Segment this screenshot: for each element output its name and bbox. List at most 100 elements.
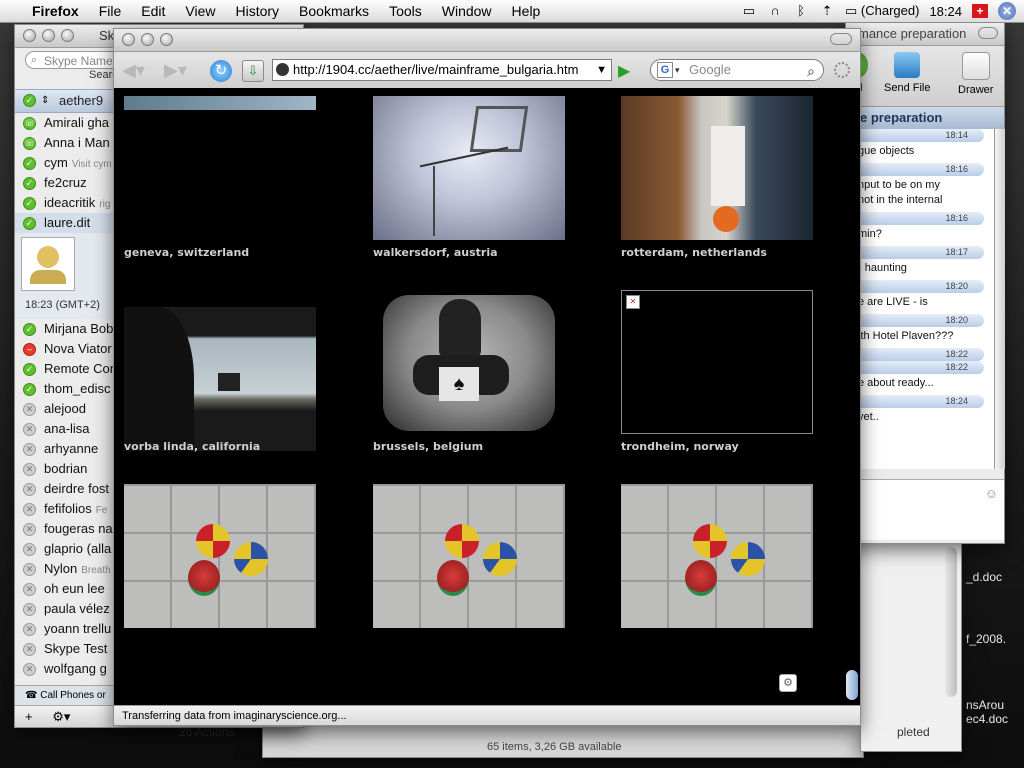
search-icon[interactable]: ⌕	[807, 61, 815, 81]
offline-status-icon: ✕	[23, 523, 36, 537]
menu-edit[interactable]: Edit	[131, 3, 175, 19]
add-contact-button[interactable]: +	[25, 709, 33, 724]
online-status-icon: ✓	[23, 157, 36, 171]
online-status-icon: ✓	[23, 217, 36, 231]
airport-icon[interactable]: ⇡	[819, 4, 835, 18]
menu-tools[interactable]: Tools	[379, 3, 432, 19]
chevron-down-icon[interactable]: ▼	[596, 60, 607, 80]
document-scrollbar[interactable]	[945, 547, 957, 697]
url-text: http://1904.cc/aether/live/mainframe_bul…	[293, 62, 579, 77]
desktop-file[interactable]: _d.doc	[966, 570, 1002, 584]
send-file-icon	[894, 52, 921, 78]
desktop-file[interactable]: ec4.doc	[966, 712, 1008, 726]
message-time: 18:14	[846, 129, 984, 142]
offline-status-icon: ✕	[23, 423, 36, 437]
online-status-icon: ✓	[23, 323, 36, 337]
drawer-icon	[961, 52, 990, 80]
chat-titlebar[interactable]: mance preparation	[846, 23, 1004, 46]
chat-window-title: mance preparation	[858, 26, 967, 41]
desktop-file[interactable]: nsArou	[966, 698, 1004, 712]
phone-status-icon: ☏	[23, 137, 36, 151]
message-time: 18:20	[846, 314, 984, 327]
display-icon[interactable]: ▭	[741, 4, 757, 18]
firefox-titlebar[interactable]	[114, 29, 860, 52]
go-button[interactable]: ▶	[618, 61, 630, 81]
search-input[interactable]: G ▾ Google ⌕	[650, 59, 824, 81]
headphones-icon[interactable]: ∩	[767, 4, 783, 18]
toolbar-toggle-button[interactable]	[830, 33, 852, 45]
menu-file[interactable]: File	[89, 3, 132, 19]
emoticon-icon[interactable]: ☺	[985, 486, 998, 501]
message-text: e are LIVE - is	[858, 296, 928, 308]
reload-button[interactable]: ↻	[210, 60, 232, 82]
contact-timezone: 18:23 (GMT+2)	[25, 299, 100, 311]
message-time: 18:22	[846, 361, 984, 374]
phone-status-icon: ☏	[23, 117, 36, 131]
offline-status-icon: ✕	[23, 623, 36, 637]
settings-icon[interactable]: ⚙	[779, 674, 797, 692]
message-text: - haunting	[858, 262, 907, 274]
conversation-title: e preparation	[846, 107, 1004, 129]
message-text: nput to be on my not in the internal	[858, 179, 943, 206]
url-bar[interactable]: http://1904.cc/aether/live/mainframe_bul…	[272, 59, 612, 81]
menu-bookmarks[interactable]: Bookmarks	[289, 3, 379, 19]
zoom-button[interactable]	[61, 29, 74, 42]
phone-icon: ☎	[25, 690, 41, 701]
loading-throbber-icon	[834, 62, 850, 78]
chevron-down-icon[interactable]: ⇕	[41, 90, 49, 112]
chat-messages: 18:14 gue objects 18:16 nput to be on my…	[846, 129, 994, 469]
webcam-grid: geneva, switzerland walkersdorf, austria…	[114, 88, 844, 705]
navigation-toolbar: ◀▾ ▶▾ ↻ ⇩ http://1904.cc/aether/live/mai…	[114, 52, 860, 89]
finder-status: 65 items, 3,26 GB available	[487, 741, 622, 753]
back-button[interactable]: ◀▾	[122, 60, 145, 81]
firefox-scrollbar[interactable]	[844, 88, 860, 705]
chat-scrollbar[interactable]	[994, 129, 1005, 469]
do-not-disturb-icon: –	[23, 343, 36, 357]
offline-status-icon: ✕	[23, 583, 36, 597]
menu-window[interactable]: Window	[432, 3, 502, 19]
webcam-label: geneva, switzerland	[124, 246, 250, 259]
close-button[interactable]	[23, 29, 36, 42]
minimize-button[interactable]	[42, 29, 55, 42]
online-status-icon: ✓	[23, 94, 36, 107]
menu-history[interactable]: History	[225, 3, 289, 19]
app-menu[interactable]: Firefox	[28, 3, 89, 19]
menu-view[interactable]: View	[175, 3, 225, 19]
close-button[interactable]	[122, 33, 135, 46]
drawer-button[interactable]: Drawer	[958, 52, 993, 96]
webcam-label: vorba linda, california	[124, 440, 261, 453]
skype-chat-window: mance preparation all Send File Drawer e…	[845, 22, 1005, 544]
zoom-button[interactable]	[160, 33, 173, 46]
message-time: 18:22	[846, 348, 984, 361]
message-text: e about ready...	[858, 377, 934, 389]
scroll-thumb[interactable]	[846, 670, 858, 700]
window-controls	[122, 33, 173, 46]
offline-status-icon: ✕	[23, 643, 36, 657]
send-file-button[interactable]: Send File	[884, 52, 930, 94]
document-window: pleted	[860, 540, 962, 752]
chat-message-input[interactable]: ☺	[846, 479, 1004, 540]
search-placeholder: Google	[689, 62, 731, 77]
battery-icon: ▭	[845, 3, 861, 18]
webcam-image	[124, 96, 316, 110]
forward-button[interactable]: ▶▾	[164, 60, 187, 81]
menu-bar: Firefox File Edit View History Bookmarks…	[0, 0, 1024, 23]
chat-toolbar: all Send File Drawer	[846, 46, 1004, 107]
offline-status-icon: ✕	[23, 483, 36, 497]
chevron-down-icon[interactable]: ▾	[675, 60, 680, 80]
offline-status-icon: ✕	[23, 503, 36, 517]
bluetooth-icon[interactable]: ᛒ	[793, 4, 809, 18]
menu-help[interactable]: Help	[502, 3, 551, 19]
spotlight-icon[interactable]: ✕	[998, 2, 1016, 20]
clock[interactable]: 18:24	[929, 4, 962, 19]
window-controls	[23, 29, 74, 42]
message-time: 18:20	[846, 280, 984, 293]
toolbar-toggle-button[interactable]	[978, 27, 998, 39]
search-icon: ⌕	[31, 54, 38, 66]
gear-icon[interactable]: ⚙▾	[52, 709, 70, 724]
download-icon[interactable]: ⇩	[242, 60, 264, 82]
minimize-button[interactable]	[141, 33, 154, 46]
battery-status[interactable]: ▭ (Charged)	[845, 3, 919, 19]
desktop-file[interactable]: f_2008.	[966, 632, 1006, 646]
input-menu-flag-icon[interactable]: +	[972, 4, 988, 18]
